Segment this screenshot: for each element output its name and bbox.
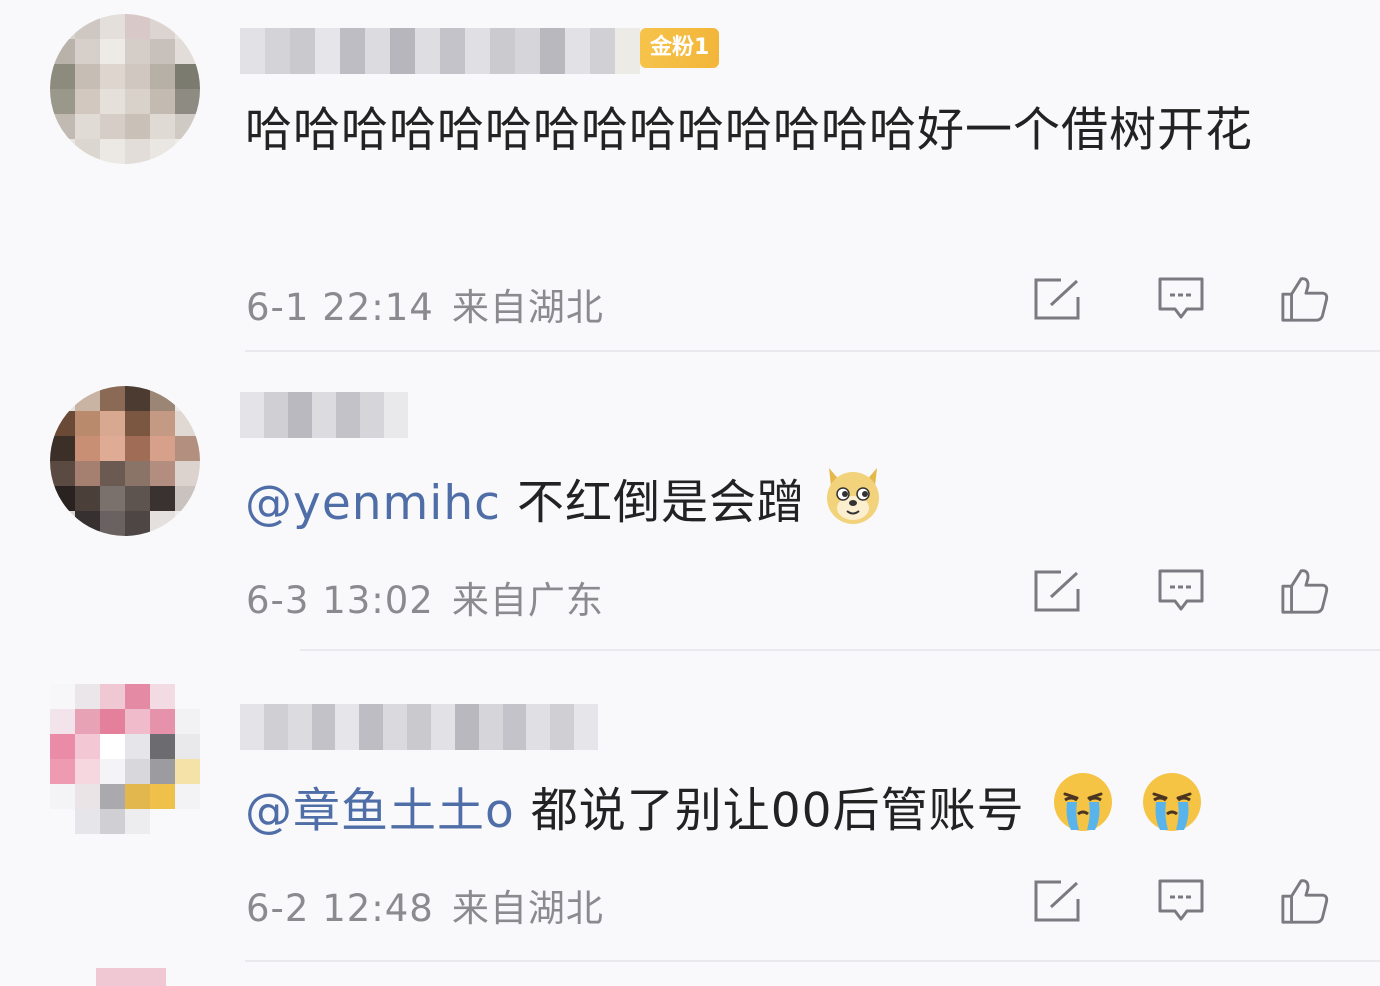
- comment-time: 6-2 12:48: [246, 887, 434, 930]
- divider: [245, 960, 1380, 962]
- comment-item: @yenmihc 不红倒是会蹭 6-3 13:02 来自广东: [0, 352, 1380, 651]
- comment-actions: [1032, 566, 1330, 616]
- doge-emoji: [821, 462, 885, 550]
- comment-meta: 6-2 12:48 来自湖北: [246, 878, 604, 932]
- comment-time: 6-1 22:14: [246, 286, 434, 329]
- avatar[interactable]: [50, 14, 200, 164]
- comment-body: 不红倒是会蹭: [517, 475, 805, 531]
- next-avatar-partial: [96, 968, 166, 986]
- avatar[interactable]: [50, 386, 200, 536]
- avatar[interactable]: [50, 684, 200, 834]
- comment-text: @章鱼土土o 都说了别让00后管账号: [245, 770, 1330, 858]
- comment-text: 哈哈哈哈哈哈哈哈哈哈哈哈哈哈好一个借树开花: [245, 92, 1330, 170]
- comment-meta: 6-3 13:02 来自广东: [246, 570, 604, 624]
- comment-location: 来自广东: [451, 579, 604, 622]
- comment-time: 6-3 13:02: [246, 579, 434, 622]
- comment-icon[interactable]: [1156, 274, 1206, 324]
- comment-item: @章鱼土土o 都说了别让00后管账号 6-2 12:48 来自湖北: [0, 650, 1380, 986]
- comment-location: 来自湖北: [451, 887, 604, 930]
- comment-body: 哈哈哈哈哈哈哈哈哈哈哈哈哈哈好一个借树开花: [245, 103, 1253, 158]
- thumbs-up-icon[interactable]: [1280, 274, 1330, 324]
- comment-body: 都说了别让00后管账号: [530, 783, 1025, 839]
- username-blurred[interactable]: [240, 704, 598, 750]
- comment-text: @yenmihc 不红倒是会蹭: [245, 462, 1330, 550]
- crying-emoji: [1051, 770, 1115, 858]
- comment-icon[interactable]: [1156, 876, 1206, 926]
- comment-location: 来自湖北: [451, 286, 604, 329]
- comment-meta: 6-1 22:14 来自湖北: [246, 277, 604, 331]
- comment-item: 金粉1 哈哈哈哈哈哈哈哈哈哈哈哈哈哈好一个借树开花 6-1 22:14 来自湖北: [0, 0, 1380, 352]
- username-blurred[interactable]: [240, 28, 640, 74]
- mention-link[interactable]: @章鱼土土o: [245, 784, 515, 839]
- comment-actions: [1032, 876, 1330, 926]
- share-icon[interactable]: [1032, 566, 1082, 616]
- comment-actions: [1032, 274, 1330, 324]
- crying-emoji: [1140, 770, 1204, 858]
- mention-link[interactable]: @yenmihc: [245, 476, 501, 531]
- fan-badge[interactable]: 金粉1: [640, 28, 720, 68]
- thumbs-up-icon[interactable]: [1280, 566, 1330, 616]
- username-blurred[interactable]: [240, 392, 408, 438]
- comment-icon[interactable]: [1156, 566, 1206, 616]
- share-icon[interactable]: [1032, 876, 1082, 926]
- thumbs-up-icon[interactable]: [1280, 876, 1330, 926]
- share-icon[interactable]: [1032, 274, 1082, 324]
